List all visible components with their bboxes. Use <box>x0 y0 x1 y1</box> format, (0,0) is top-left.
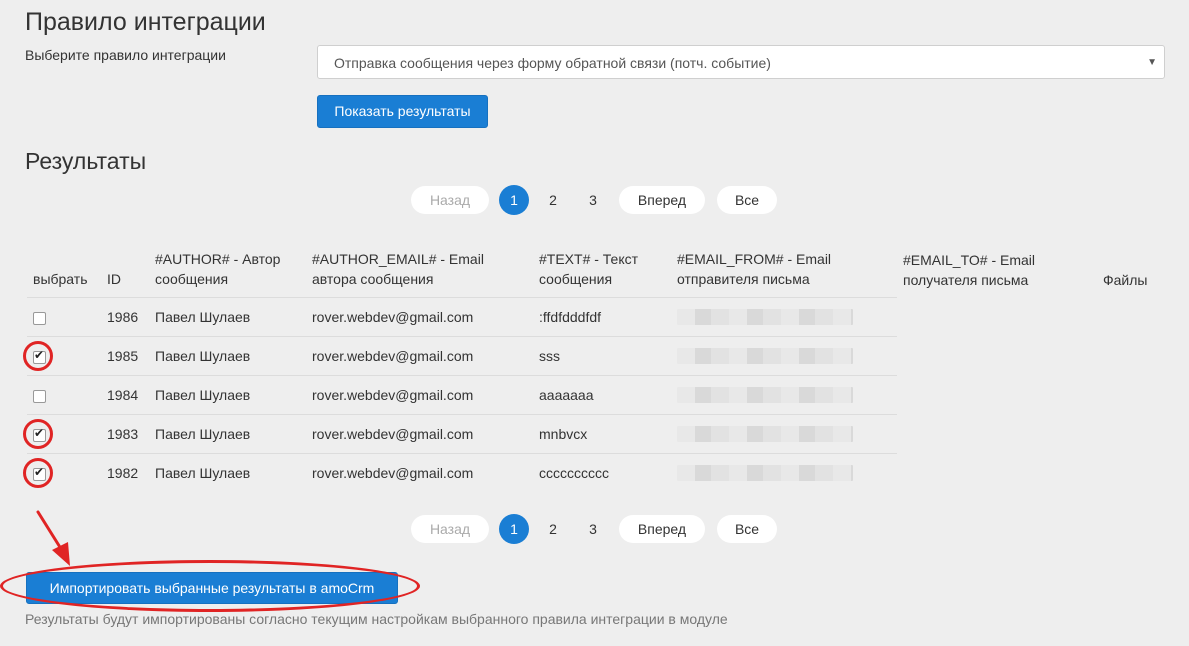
results-title: Результаты <box>25 148 147 174</box>
results-table: выбрать ID #AUTHOR# - Автор сообщения #AU… <box>27 243 1165 492</box>
col-author: #AUTHOR# - Автор сообщения <box>155 251 281 287</box>
col-text: #TEXT# - Текст сообщения <box>539 251 639 287</box>
table-row: 1986 Павел Шулаев rover.webdev@gmail.com… <box>27 297 1165 337</box>
table-row: 1985 Павел Шулаев rover.webdev@gmail.com… <box>27 336 1165 376</box>
annotation-ellipse <box>0 560 420 612</box>
row-text: mnbvcx <box>533 414 671 454</box>
pagination-page-2[interactable]: 2 <box>539 515 567 543</box>
redacted-email <box>677 426 853 442</box>
col-author-email: #AUTHOR_EMAIL# - Email автора сообщения <box>312 251 484 287</box>
col-files: Файлы <box>1103 271 1148 288</box>
col-id: ID <box>107 271 121 287</box>
pagination-bottom: Назад 1 2 3 Вперед Все <box>0 514 1189 545</box>
col-email-to: #EMAIL_TO# - Email получателя письма <box>903 251 1036 288</box>
row-text: ааааааа <box>533 375 671 415</box>
row-email: rover.webdev@gmail.com <box>306 453 533 492</box>
row-author: Павел Шулаев <box>149 453 306 492</box>
pagination-prev[interactable]: Назад <box>411 186 489 214</box>
row-id: 1982 <box>101 453 149 492</box>
table-row: 1983 Павел Шулаев rover.webdev@gmail.com… <box>27 414 1165 454</box>
pagination-top: Назад 1 2 3 Вперед Все <box>0 185 1189 216</box>
annotation-circle <box>23 341 53 371</box>
table-header-row: выбрать ID #AUTHOR# - Автор сообщения #AU… <box>27 243 1165 298</box>
rule-select[interactable]: Отправка сообщения через форму обратной … <box>317 45 1165 79</box>
row-author: Павел Шулаев <box>149 375 306 415</box>
rule-label: Выберите правило интеграции <box>25 47 226 63</box>
pagination-page-2[interactable]: 2 <box>539 186 567 214</box>
row-author: Павел Шулаев <box>149 414 306 454</box>
redacted-email <box>677 309 853 325</box>
caret-down-icon: ▼ <box>1147 57 1157 68</box>
pagination-next[interactable]: Вперед <box>619 515 705 543</box>
annotation-circle <box>23 458 53 488</box>
table-row: 1984 Павел Шулаев rover.webdev@gmail.com… <box>27 375 1165 415</box>
row-author: Павел Шулаев <box>149 336 306 376</box>
pagination-page-1[interactable]: 1 <box>499 514 529 544</box>
row-text: cccccccccc <box>533 453 671 492</box>
row-author: Павел Шулаев <box>149 297 306 337</box>
col-select: выбрать <box>33 271 88 287</box>
row-text: sss <box>533 336 671 376</box>
row-text: :ffdfdddfdf <box>533 297 671 337</box>
show-results-button[interactable]: Показать результаты <box>317 95 488 128</box>
redacted-email <box>677 465 853 481</box>
row-id: 1986 <box>101 297 149 337</box>
redacted-email <box>677 348 853 364</box>
pagination-next[interactable]: Вперед <box>619 186 705 214</box>
col-email-from: #EMAIL_FROM# - Email отправителя письма <box>677 251 832 287</box>
row-id: 1983 <box>101 414 149 454</box>
annotation-circle <box>23 419 53 449</box>
table-row: 1982 Павел Шулаев rover.webdev@gmail.com… <box>27 453 1165 492</box>
row-email: rover.webdev@gmail.com <box>306 414 533 454</box>
pagination-page-3[interactable]: 3 <box>579 515 607 543</box>
row-email: rover.webdev@gmail.com <box>306 336 533 376</box>
row-checkbox[interactable] <box>33 389 46 403</box>
import-note: Результаты будут импортированы согласно … <box>25 611 728 627</box>
row-email: rover.webdev@gmail.com <box>306 375 533 415</box>
row-id: 1984 <box>101 375 149 415</box>
rule-select-value: Отправка сообщения через форму обратной … <box>334 55 771 71</box>
row-checkbox[interactable] <box>33 311 46 325</box>
redacted-email <box>677 387 853 403</box>
row-id: 1985 <box>101 336 149 376</box>
row-email: rover.webdev@gmail.com <box>306 297 533 337</box>
pagination-page-3[interactable]: 3 <box>579 186 607 214</box>
pagination-prev[interactable]: Назад <box>411 515 489 543</box>
annotation-arrow-icon <box>36 510 70 566</box>
page-title: Правило интеграции <box>25 8 266 36</box>
pagination-all[interactable]: Все <box>717 186 777 214</box>
pagination-all[interactable]: Все <box>717 515 777 543</box>
pagination-page-1[interactable]: 1 <box>499 185 529 215</box>
